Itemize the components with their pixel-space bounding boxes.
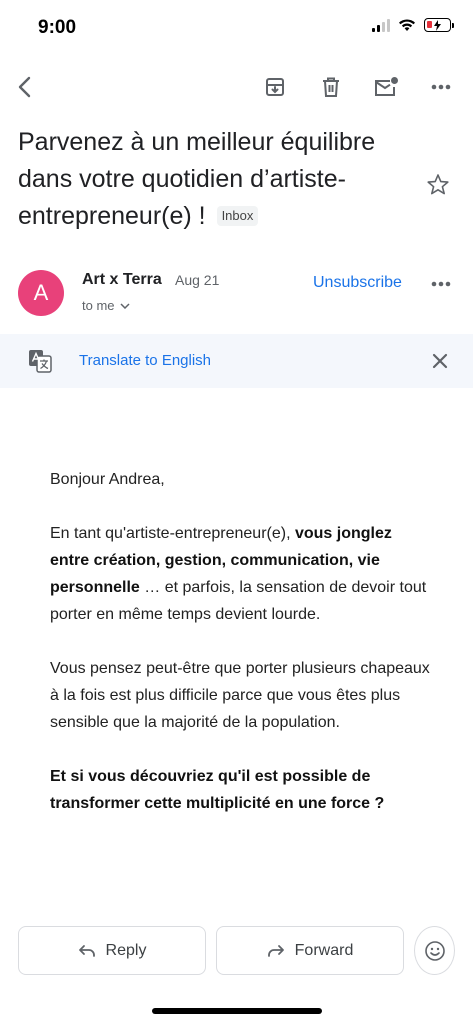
message-more-button[interactable] — [429, 274, 453, 294]
recipient-text: to me — [82, 298, 115, 313]
status-icons — [372, 18, 454, 32]
inbox-label-badge[interactable]: Inbox — [216, 206, 259, 226]
delete-button[interactable] — [314, 70, 348, 104]
translate-icon — [28, 349, 52, 373]
status-bar: 9:00 — [0, 0, 473, 56]
star-icon — [427, 174, 449, 195]
archive-button[interactable] — [258, 70, 292, 104]
close-icon — [432, 353, 448, 369]
emoji-reaction-button[interactable] — [414, 926, 455, 975]
wifi-icon — [399, 19, 415, 31]
more-options-button[interactable] — [424, 70, 458, 104]
back-button[interactable] — [8, 70, 42, 104]
email-body: Bonjour Andrea, En tant qu'artiste-entre… — [50, 466, 430, 844]
star-button[interactable] — [425, 172, 451, 198]
home-indicator[interactable] — [152, 1008, 322, 1014]
body-paragraph-3: Et si vous découvriez qu'il est possible… — [50, 768, 385, 812]
trash-icon — [323, 77, 339, 97]
status-time: 9:00 — [38, 17, 77, 38]
forward-button[interactable]: Forward — [216, 926, 404, 975]
reply-button[interactable]: Reply — [18, 926, 206, 975]
more-icon — [431, 84, 451, 90]
chevron-down-icon — [119, 302, 130, 309]
mark-unread-button[interactable] — [369, 70, 403, 104]
recipient-details-toggle[interactable]: to me — [82, 298, 130, 313]
subject-text: Parvenez à un meilleur équilibre dans vo… — [18, 128, 376, 230]
reply-actions: Reply Forward — [0, 926, 473, 976]
mark-unread-icon — [375, 77, 398, 96]
email-date: Aug 21 — [175, 272, 220, 288]
forward-icon — [267, 944, 284, 957]
translate-link[interactable]: Translate to English — [79, 352, 211, 369]
avatar[interactable]: A — [18, 270, 64, 316]
reply-icon — [78, 944, 95, 957]
body-greeting: Bonjour Andrea, — [50, 471, 165, 488]
back-arrow-icon — [18, 76, 31, 98]
email-subject: Parvenez à un meilleur équilibre dans vo… — [18, 124, 418, 235]
email-toolbar — [0, 62, 473, 112]
battery-icon — [424, 18, 454, 32]
translate-bar: Translate to English — [0, 334, 473, 388]
body-paragraph-2: Vous pensez peut-être que porter plusieu… — [50, 660, 430, 731]
unsubscribe-link[interactable]: Unsubscribe — [313, 274, 402, 292]
forward-label: Forward — [294, 941, 354, 959]
archive-icon — [266, 78, 284, 96]
more-icon — [431, 281, 451, 287]
sender-name: Art x Terra — [82, 271, 162, 288]
body-paragraph-1: En tant qu'artiste-entrepreneur(e), vous… — [50, 525, 427, 623]
close-translate-button[interactable] — [429, 350, 451, 372]
reply-label: Reply — [105, 941, 147, 959]
emoji-icon — [424, 940, 445, 961]
cellular-signal-icon — [372, 18, 390, 32]
sender-row: A Art x Terra Aug 21 to me Unsubscribe — [0, 262, 473, 322]
